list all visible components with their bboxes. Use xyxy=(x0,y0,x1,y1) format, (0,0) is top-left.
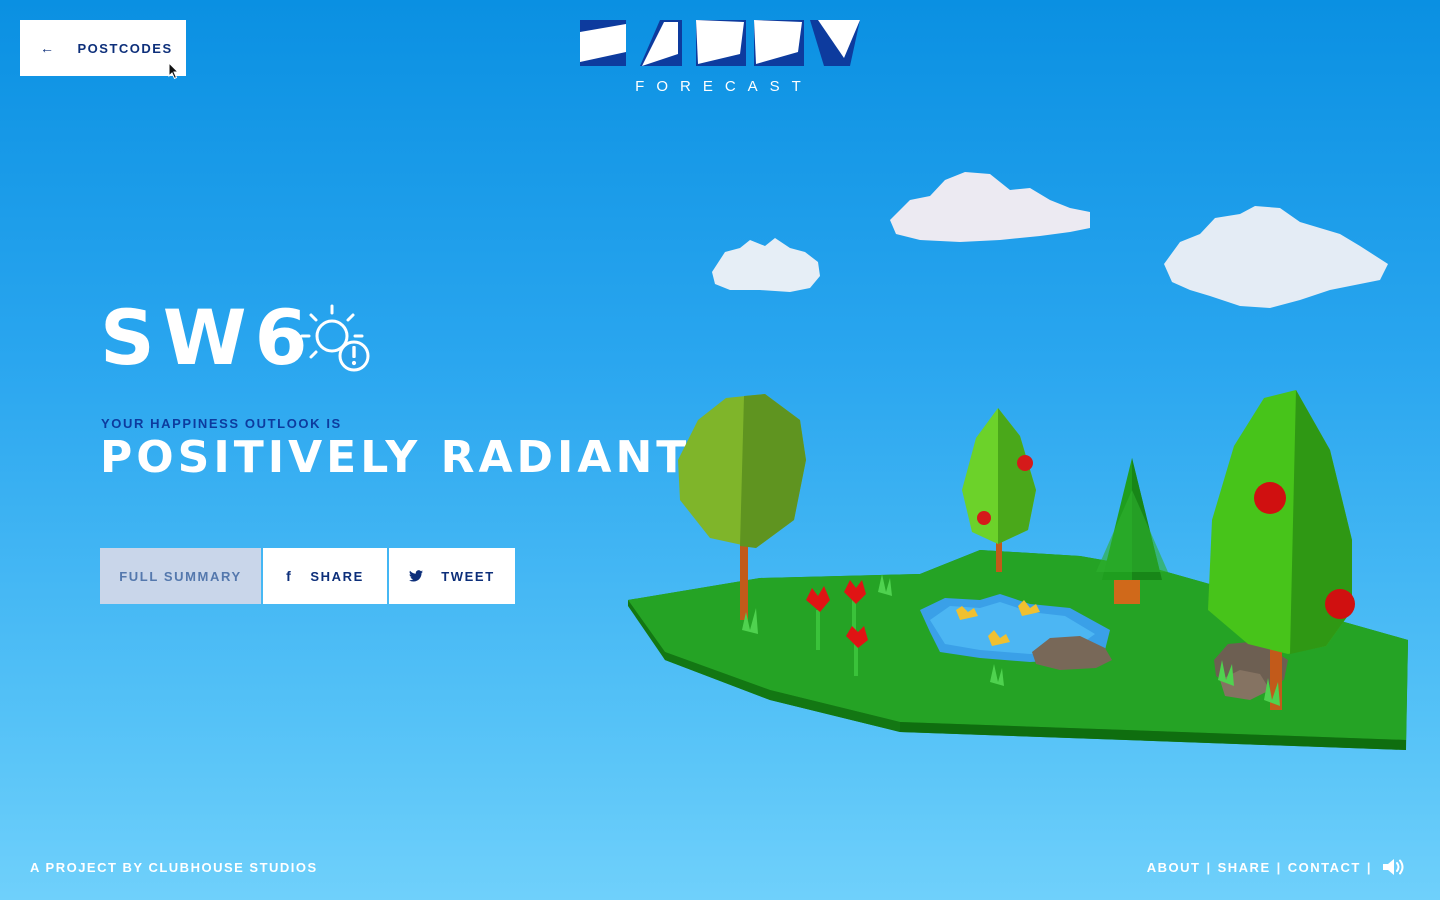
facebook-share-button[interactable]: f SHARE xyxy=(263,548,387,604)
logo-subtitle: FORECAST xyxy=(635,78,813,95)
postcode-title: SW6 xyxy=(100,293,316,382)
footer-links: ABOUT | SHARE | CONTACT | xyxy=(1147,858,1406,876)
footer-separator: | xyxy=(1206,859,1212,875)
footer-credit: A PROJECT BY CLUBHOUSE STUDIOS xyxy=(30,860,318,875)
footer-link-share[interactable]: SHARE xyxy=(1218,860,1271,875)
full-summary-label: FULL SUMMARY xyxy=(119,568,242,584)
footer-separator: | xyxy=(1276,859,1282,875)
full-summary-button[interactable]: FULL SUMMARY xyxy=(100,548,261,604)
footer-link-about[interactable]: ABOUT xyxy=(1147,860,1201,875)
speaker-icon[interactable] xyxy=(1382,858,1406,876)
twitter-icon xyxy=(409,570,424,582)
footer-separator: | xyxy=(1366,859,1372,875)
mouse-cursor-icon xyxy=(168,62,180,80)
arrow-left-icon: ← xyxy=(40,40,56,56)
outlook-label: YOUR HAPPINESS OUTLOOK IS xyxy=(101,416,342,431)
share-label: SHARE xyxy=(310,568,364,584)
happiness-landscape-illustration xyxy=(628,172,1408,750)
tweet-label: TWEET xyxy=(441,568,495,584)
cloud-small xyxy=(712,238,820,292)
cloud-large xyxy=(1164,206,1388,308)
back-to-postcodes-button[interactable]: ← POSTCODES xyxy=(20,20,186,76)
back-button-label: POSTCODES xyxy=(77,40,173,56)
tweet-button[interactable]: TWEET xyxy=(389,548,515,604)
cloud-medium xyxy=(890,172,1090,242)
footer-link-contact[interactable]: CONTACT xyxy=(1288,860,1361,875)
action-buttons: FULL SUMMARY f SHARE TWEET xyxy=(100,548,515,604)
facebook-icon: f xyxy=(286,568,293,584)
sun-warning-icon xyxy=(300,304,370,372)
